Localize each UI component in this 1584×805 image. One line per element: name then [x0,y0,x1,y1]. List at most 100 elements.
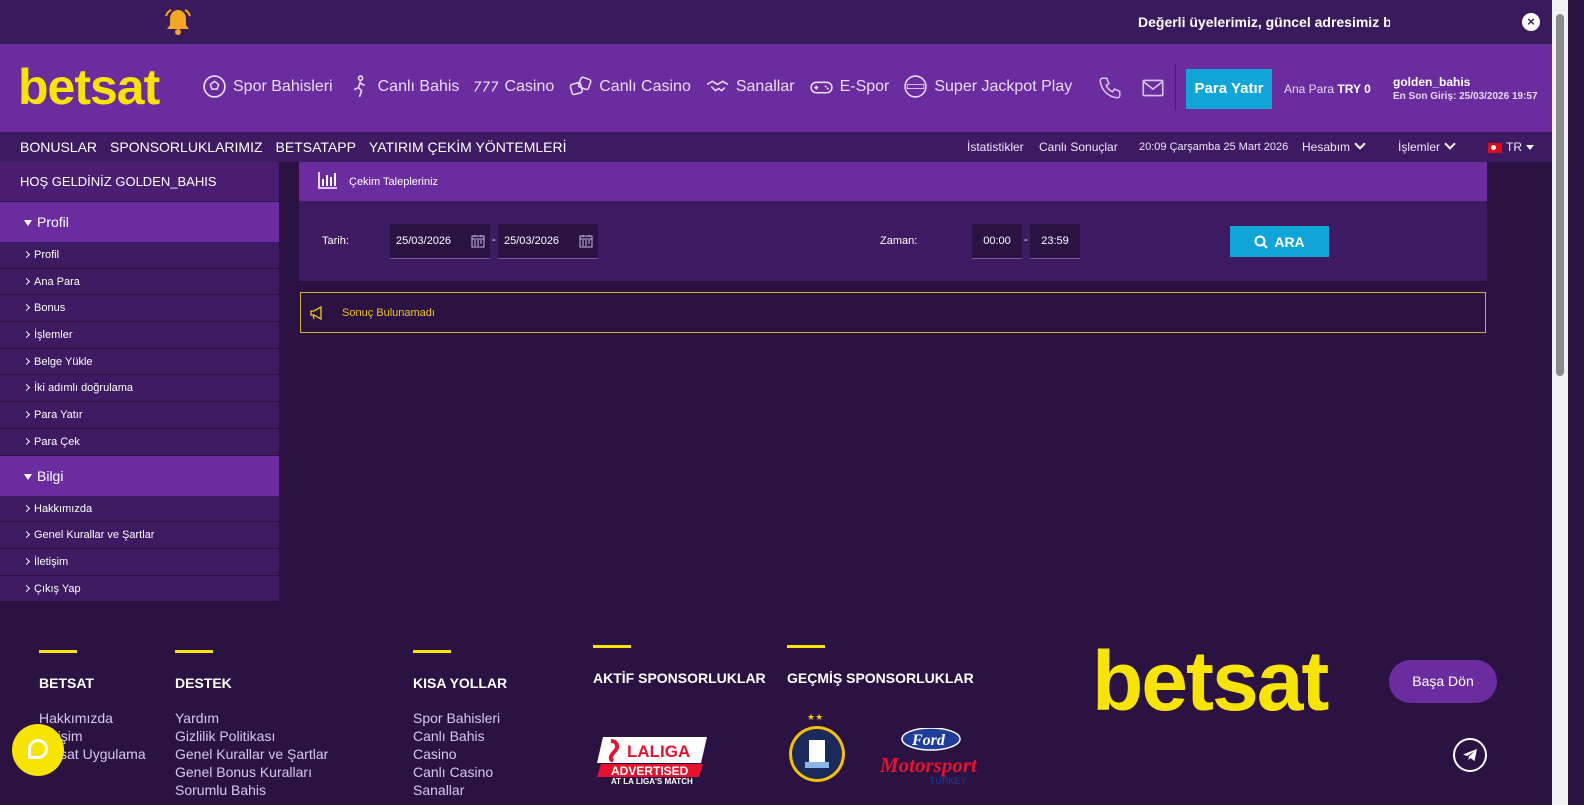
sidebar-item-belge-yukle[interactable]: Belge Yükle [0,348,279,376]
account-menu[interactable]: Hesabım [1302,138,1366,154]
sidebar-item-label: İletişim [34,555,69,568]
nav-label: Canlı Casino [599,77,691,95]
footer-link[interactable]: Canlı Bahis [413,727,507,745]
back-to-top-button[interactable]: Başa Dön [1389,660,1497,703]
date-label: Tarih: [322,235,349,247]
chevron-right-icon [22,304,31,312]
chevron-right-icon [22,557,31,565]
calendar-icon[interactable] [471,234,485,248]
username: golden_bahis [1393,75,1471,89]
sidebar-item-cikis[interactable]: Çıkış Yap [0,575,279,603]
sidebar-item-label: Çıkış Yap [34,582,81,595]
close-icon[interactable]: × [1522,13,1540,31]
footer-link[interactable]: Spor Bahisleri [413,709,507,727]
sidebar-item-iletisim[interactable]: İletişim [0,548,279,576]
calendar-icon[interactable] [579,234,593,248]
bell-icon[interactable] [162,6,194,38]
account-label: Hesabım [1302,140,1351,154]
ford-motorsport-logo[interactable]: Ford Motorsport TURKEY [880,728,982,786]
club-crest-logo[interactable]: ★★ [787,712,847,787]
time-label: Zaman: [880,235,918,247]
balance-label: Ana Para [1284,82,1335,96]
balance-display: Ana Para TRY 0 [1284,82,1371,96]
footer-link[interactable]: Hakkımızda [39,709,146,727]
time-separator: - [1024,234,1028,246]
footer-col-destek: DESTEK Yardım Gizlilik Politikası Genel … [175,650,328,799]
last-login: En Son Giriş: 25/03/2026 19:57 [1393,91,1538,102]
sidebar-item-profil[interactable]: Profil [0,242,279,269]
sidebar-item-label: Hakkımızda [34,502,93,515]
sidebar-item-label: Bonus [34,302,66,315]
mail-icon[interactable] [1140,75,1166,101]
page-scrollbar[interactable] [1552,0,1568,805]
no-result-text: Sonuç Bulunamadı [342,307,435,319]
chevron-down-icon [1444,138,1456,150]
time-to-input[interactable]: 23:59 [1030,224,1080,259]
bar-chart-icon [318,172,337,189]
footer-link[interactable]: Yardım [175,709,328,727]
footer-link[interactable]: Sorumlu Bahis [175,781,328,799]
search-button[interactable]: ARA [1230,226,1329,257]
nav-spor-bahisleri[interactable]: Spor Bahisleri [202,74,333,99]
footer-link[interactable]: Casino [413,745,507,763]
transactions-menu[interactable]: İşlemler [1398,138,1456,154]
sidebar-item-iki-adimli[interactable]: İki adımlı doğrulama [0,375,279,403]
footer-col-aktif-sponsorluklar: AKTİF SPONSORLUKLAR [593,645,766,704]
dice-icon [569,76,592,96]
live-chat-button[interactable] [12,724,64,776]
time-from-input[interactable]: 00:00 [972,224,1022,259]
caret-down-icon [24,220,32,227]
subnav-bonuslar[interactable]: BONUSLAR [20,139,97,155]
chevron-right-icon [22,584,31,592]
sidebar-item-hakkimizda[interactable]: Hakkımızda [0,495,279,523]
section-bilgi[interactable]: Bilgi [0,455,279,496]
footer-link[interactable]: Sanallar [413,781,507,799]
language-label: TR [1506,140,1522,154]
sub-nav: BONUSLAR SPONSORLUKLARIMIZ BETSATAPP YAT… [0,132,1552,162]
sidebar-item-bonus[interactable]: Bonus [0,295,279,323]
subnav-betsatapp[interactable]: BETSATAPP [276,139,356,155]
nav-casino[interactable]: 777 Casino [473,74,554,99]
subnav-yatirim-cekim[interactable]: YATIRIM ÇEKİM YÖNTEMLERİ [369,139,567,155]
footer-link[interactable]: Genel Kurallar ve Şartlar [175,745,328,763]
sidebar-item-ana-para[interactable]: Ana Para [0,268,279,296]
footer-link[interactable]: Genel Bonus Kuralları [175,763,328,781]
footer-link[interactable]: Canlı Casino [413,763,507,781]
stats-link[interactable]: İstatistikler [967,140,1024,154]
nav-super-jackpot[interactable]: Super Jackpot Play [903,74,1072,99]
footer-accent [413,650,451,653]
footer-link[interactable]: Gizlilik Politikası [175,727,328,745]
laliga-sponsor-logo[interactable]: LALIGA ADVERTISED AT LA LIGA'S MATCH [597,737,707,785]
nav-canli-bahis[interactable]: Canlı Bahis [347,74,459,99]
phone-icon[interactable] [1097,75,1123,101]
section-profil[interactable]: Profil [0,202,279,242]
sidebar-item-para-cek[interactable]: Para Çek [0,428,279,456]
sidebar-item-para-yatir[interactable]: Para Yatır [0,402,279,429]
nav-e-spor[interactable]: E-Spor [809,74,889,99]
chevron-right-icon [22,277,31,285]
chevron-right-icon [22,384,31,392]
language-selector[interactable]: TR [1488,140,1534,154]
svg-text:777: 777 [473,80,498,96]
date-from-input[interactable]: 25/03/2026 [390,224,490,259]
sidebar-item-islemler[interactable]: İşlemler [0,322,279,349]
telegram-button[interactable] [1453,738,1487,772]
player-icon [353,75,365,98]
footer-col-kisa-yollar: KISA YOLLAR Spor Bahisleri Canlı Bahis C… [413,650,507,799]
chevron-right-icon [22,531,31,539]
user-info[interactable]: golden_bahis En Son Giriş: 25/03/2026 19… [1393,75,1538,102]
footer-accent [39,650,77,653]
subnav-sponsorluklarimiz[interactable]: SPONSORLUKLARIMIZ [110,139,262,155]
nav-sanallar[interactable]: Sanallar [705,74,795,99]
brand-logo[interactable]: betsat [18,58,160,116]
footer-accent [593,645,631,648]
deposit-button[interactable]: Para Yatır [1186,69,1272,109]
date-to-input[interactable]: 25/03/2026 [498,224,598,259]
scrollbar-thumb[interactable] [1556,14,1564,376]
date-separator: - [492,234,496,246]
live-results-link[interactable]: Canlı Sonuçlar [1039,140,1118,154]
nav-canli-casino[interactable]: Canlı Casino [568,74,691,99]
footer-brand-logo[interactable]: betsat [1092,633,1329,729]
sidebar-item-kurallar[interactable]: Genel Kurallar ve Şartlar [0,522,279,549]
sidebar-item-label: İki adımlı doğrulama [34,382,134,395]
